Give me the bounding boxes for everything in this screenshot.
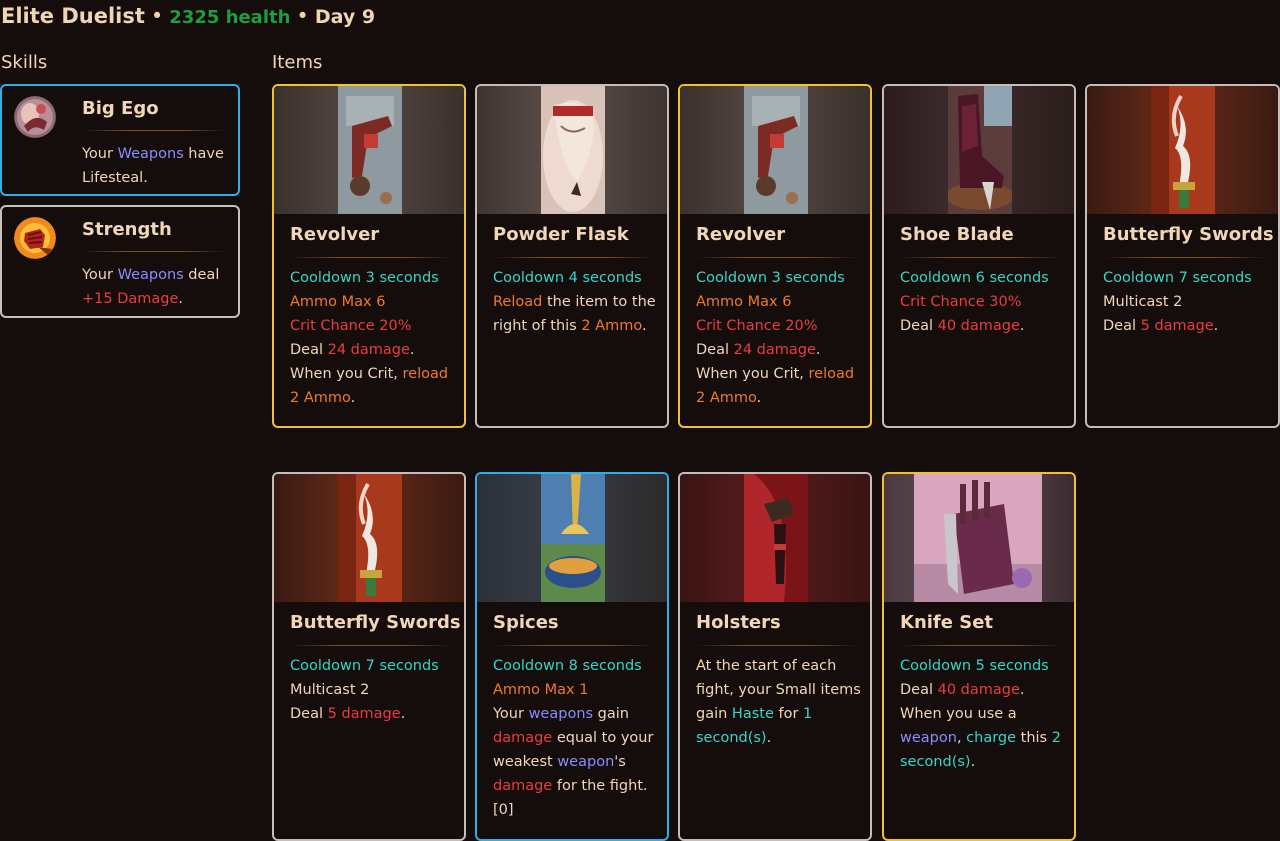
multicast-line: Multicast 2 [1103, 294, 1183, 310]
item-description: Cooldown 3 seconds Ammo Max 6 Crit Chanc… [696, 266, 862, 410]
ammo-line: Ammo Max 1 [493, 682, 589, 698]
holster-icon [744, 474, 808, 602]
items-heading: Items [272, 52, 323, 73]
item-title: Butterfly Swords [290, 612, 461, 633]
cooldown-line: Cooldown 3 seconds [290, 270, 439, 286]
cooldown-line: Cooldown 7 seconds [290, 658, 439, 674]
item-title: Butterfly Swords [1103, 224, 1274, 245]
weapons-keyword: Weapons [117, 146, 184, 162]
item-card-spices[interactable]: Spices Cooldown 8 seconds Ammo Max 1 You… [475, 472, 669, 841]
skills-heading: Skills [1, 52, 48, 73]
cooldown-line: Cooldown 3 seconds [696, 270, 845, 286]
day-counter: Day 9 [314, 6, 376, 28]
big-ego-icon [14, 96, 56, 138]
header-separator: • [150, 4, 164, 28]
skill-title: Big Ego [82, 98, 159, 119]
item-card-revolver[interactable]: Revolver Cooldown 3 seconds Ammo Max 6 C… [678, 84, 872, 428]
butterfly-swords-icon [1151, 86, 1215, 214]
item-card-butterfly-swords[interactable]: Butterfly Swords Cooldown 7 seconds Mult… [1085, 84, 1280, 428]
item-title: Revolver [290, 224, 380, 245]
spices-bowl-icon [541, 474, 605, 602]
cooldown-line: Cooldown 5 seconds [900, 658, 1049, 674]
item-art [477, 474, 667, 602]
crit-line: Crit Chance 20% [696, 318, 818, 334]
strength-fist-icon [14, 217, 56, 259]
item-art [680, 474, 870, 602]
divider [493, 645, 655, 646]
item-card-shoe-blade[interactable]: Shoe Blade Cooldown 6 seconds Crit Chanc… [882, 84, 1076, 428]
skill-description: Your Weapons have Lifesteal. [82, 146, 224, 186]
revolver-icon [744, 86, 808, 214]
item-card-holsters[interactable]: Holsters At the start of each fight, you… [678, 472, 872, 841]
divider [290, 257, 452, 258]
item-art [884, 474, 1074, 602]
opponent-name: Elite Duelist [1, 4, 145, 28]
cooldown-line: Cooldown 4 seconds [493, 270, 642, 286]
item-description: Cooldown 4 seconds Reload the item to th… [493, 266, 659, 338]
ammo-line: Ammo Max 6 [696, 294, 792, 310]
divider [1103, 257, 1266, 258]
item-card-knife-set[interactable]: Knife Set Cooldown 5 seconds Deal 40 dam… [882, 472, 1076, 841]
item-art [274, 474, 464, 602]
divider [696, 257, 858, 258]
multicast-line: Multicast 2 [290, 682, 370, 698]
divider [900, 257, 1062, 258]
divider [82, 130, 226, 131]
item-art [884, 86, 1074, 214]
divider [696, 645, 858, 646]
item-title: Powder Flask [493, 224, 629, 245]
skill-card-strength[interactable]: Strength Your Weapons deal +15 Damage. [0, 205, 240, 318]
cooldown-line: Cooldown 7 seconds [1103, 270, 1252, 286]
item-card-powder-flask[interactable]: Powder Flask Cooldown 4 seconds Reload t… [475, 84, 669, 428]
item-title: Shoe Blade [900, 224, 1014, 245]
item-description: Cooldown 6 seconds Crit Chance 30% Deal … [900, 266, 1066, 338]
item-title: Holsters [696, 612, 781, 633]
item-art [477, 86, 667, 214]
item-description: Cooldown 3 seconds Ammo Max 6 Crit Chanc… [290, 266, 456, 410]
item-art [1087, 86, 1278, 214]
damage-keyword: +15 Damage [82, 291, 179, 307]
divider [493, 257, 655, 258]
boot-blade-icon [946, 86, 1014, 214]
opponent-health: 2325 health [169, 7, 291, 28]
item-description: Cooldown 8 seconds Ammo Max 1 Your weapo… [493, 654, 659, 822]
item-description: Cooldown 5 seconds Deal 40 damage. When … [900, 654, 1066, 774]
weapons-keyword: Weapons [117, 267, 184, 283]
header-separator: • [296, 4, 309, 28]
crit-line: Crit Chance 20% [290, 318, 412, 334]
skill-title: Strength [82, 219, 172, 240]
divider [290, 645, 452, 646]
item-description: Cooldown 7 seconds Multicast 2 Deal 5 da… [290, 654, 456, 726]
encounter-header: Elite Duelist • 2325 health • Day 9 [1, 4, 375, 28]
cooldown-line: Cooldown 8 seconds [493, 658, 642, 674]
item-art [274, 86, 464, 214]
item-art [680, 86, 870, 214]
item-description: At the start of each fight, your Small i… [696, 658, 861, 746]
item-description: Cooldown 7 seconds Multicast 2 Deal 5 da… [1103, 266, 1270, 338]
crit-line: Crit Chance 30% [900, 294, 1022, 310]
knife-block-icon [914, 474, 1042, 602]
item-title: Spices [493, 612, 559, 633]
item-card-revolver[interactable]: Revolver Cooldown 3 seconds Ammo Max 6 C… [272, 84, 466, 428]
divider [900, 645, 1062, 646]
item-title: Revolver [696, 224, 786, 245]
revolver-icon [338, 86, 402, 214]
skill-description: Your Weapons deal +15 Damage. [82, 267, 220, 307]
butterfly-swords-icon [338, 474, 402, 602]
powder-horn-icon [541, 86, 605, 214]
divider [82, 251, 226, 252]
skill-card-big-ego[interactable]: Big Ego Your Weapons have Lifesteal. [0, 84, 240, 196]
item-card-butterfly-swords[interactable]: Butterfly Swords Cooldown 7 seconds Mult… [272, 472, 466, 841]
ammo-line: Ammo Max 6 [290, 294, 386, 310]
cooldown-line: Cooldown 6 seconds [900, 270, 1049, 286]
item-title: Knife Set [900, 612, 994, 633]
